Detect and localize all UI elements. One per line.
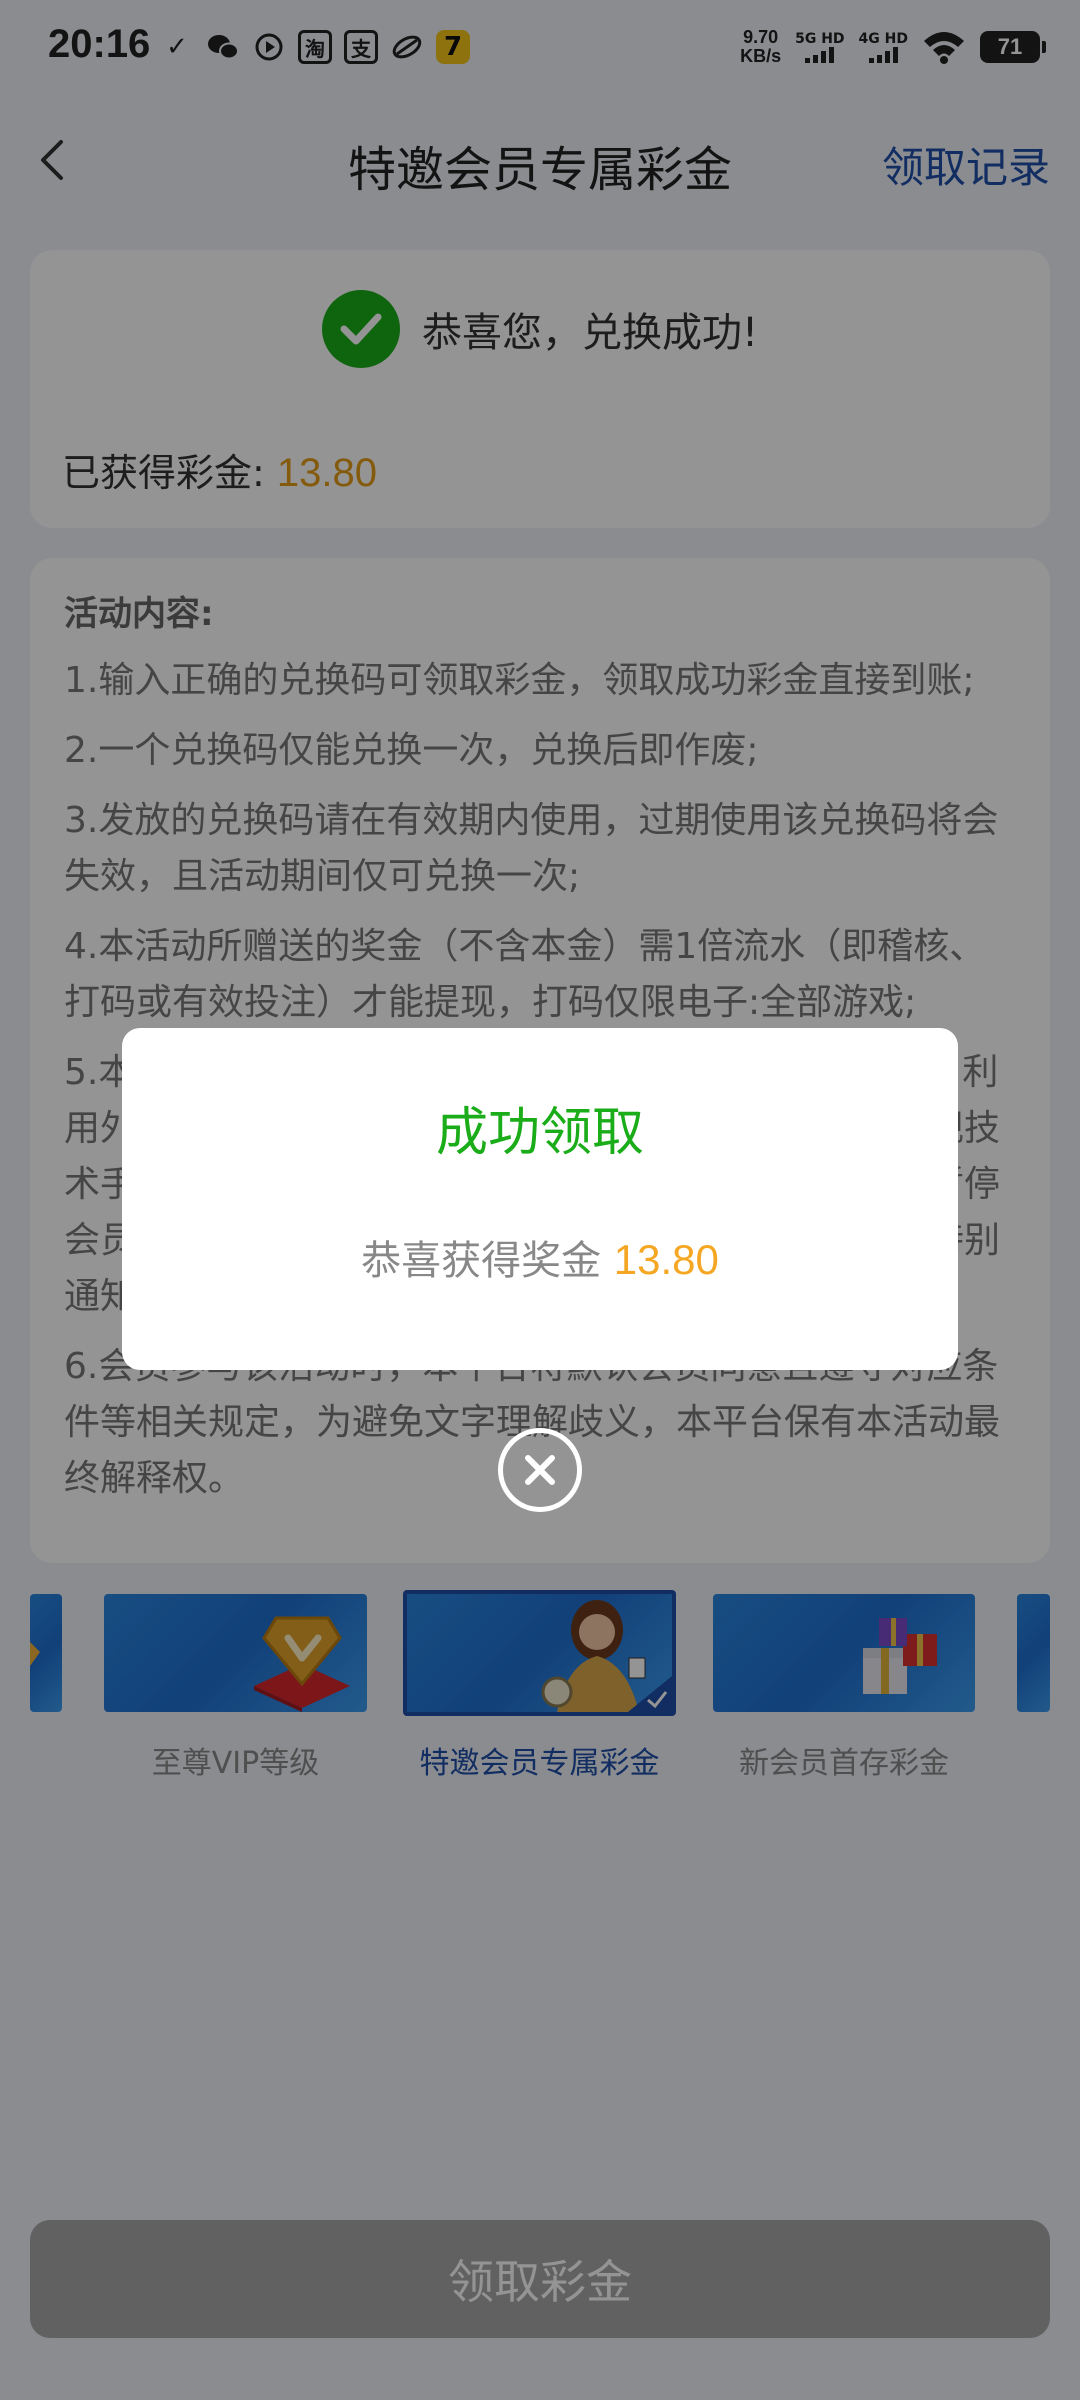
modal-close-button[interactable]: [498, 1428, 582, 1512]
modal-amount: 13.80: [613, 1236, 719, 1283]
success-modal: 成功领取 恭喜获得奖金 13.80: [122, 1028, 958, 1370]
close-icon: [525, 1455, 555, 1485]
modal-title: 成功领取: [435, 1103, 644, 1163]
modal-message: 恭喜获得奖金 13.80: [122, 1228, 958, 1286]
modal-message-label: 恭喜获得奖金: [361, 1238, 614, 1284]
